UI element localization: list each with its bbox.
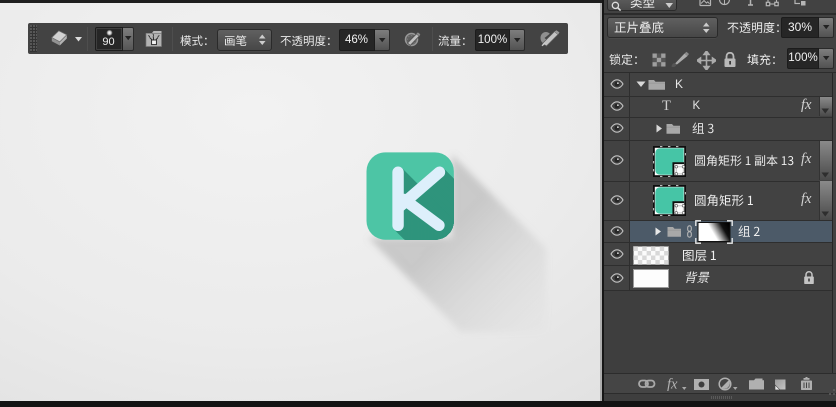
svg-text:fx: fx (667, 377, 678, 391)
